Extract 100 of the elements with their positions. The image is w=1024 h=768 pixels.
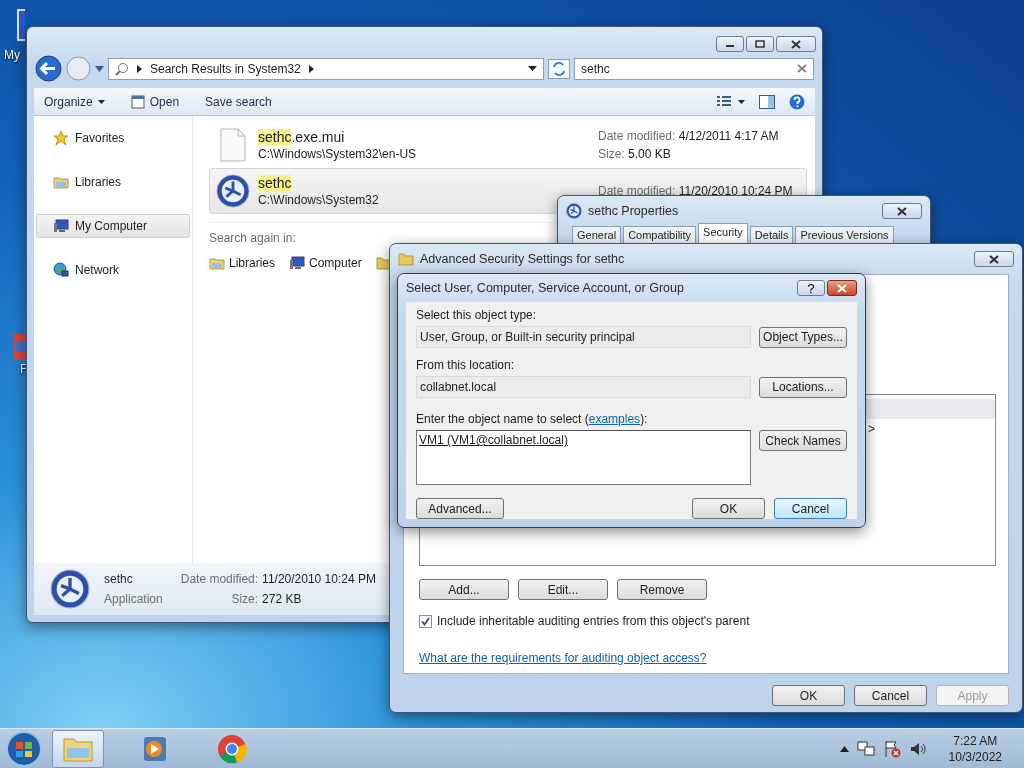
help-button[interactable]: ? — [797, 280, 825, 296]
field-label: From this location: — [416, 358, 516, 372]
folder-icon — [209, 255, 225, 271]
tab[interactable]: Security — [698, 223, 748, 243]
search-again-label: Search again in: — [209, 231, 296, 245]
refresh-button[interactable] — [548, 58, 570, 79]
minimize-button[interactable] — [716, 36, 744, 52]
tab[interactable]: Previous Versions — [795, 226, 894, 243]
volume-icon[interactable] — [908, 740, 927, 758]
browser-icon — [217, 734, 247, 764]
show-hidden-icons-button[interactable] — [839, 746, 849, 752]
address-bar[interactable]: Search Results in System32 — [108, 57, 544, 80]
accessibility-icon — [50, 569, 90, 609]
close-button[interactable] — [827, 280, 857, 296]
nav-item[interactable]: My Computer — [36, 214, 190, 238]
dialog-button[interactable]: Cancel — [774, 498, 847, 519]
size-label: Size: — [230, 592, 259, 606]
checkbox-label: Include inheritable auditing entries from this object's parent — [437, 614, 750, 628]
open-button[interactable]: Open — [130, 94, 180, 109]
window-icon — [130, 94, 145, 109]
nav-item[interactable]: Libraries — [34, 170, 192, 194]
network-icon[interactable] — [856, 740, 875, 758]
window-title: Advanced Security Settings for sethc — [420, 252, 626, 266]
folder-icon — [53, 174, 69, 190]
entry-button[interactable]: Add... — [419, 579, 509, 600]
row-text: > — [868, 422, 875, 436]
close-button[interactable] — [776, 36, 816, 52]
search-field[interactable]: sethc — [574, 57, 814, 80]
locations-button[interactable]: Locations... — [759, 376, 847, 398]
file-path: C:\Windows\System32 — [258, 193, 380, 207]
maximize-button[interactable] — [746, 36, 774, 52]
chevron-icon — [137, 64, 142, 73]
organize-menu[interactable]: Organize — [44, 94, 105, 109]
nav-item[interactable]: Favorites — [34, 126, 192, 150]
help-link[interactable]: What are the requirements for auditing object access? — [419, 651, 707, 665]
date-label: Date modified: — [180, 572, 259, 586]
search-location-link[interactable]: Computer — [289, 255, 362, 271]
file-name: sethc — [104, 572, 134, 586]
dialog-button[interactable]: OK — [772, 685, 845, 706]
check-names-button[interactable]: Check Names — [759, 430, 847, 451]
file-size: Size: 5.00 KB — [598, 147, 672, 161]
file-path: C:\Windows\System32\en-US — [258, 147, 418, 161]
accessibility-icon — [216, 174, 250, 208]
object-name-field[interactable]: VM1 (VM1@collabnet.local) — [416, 430, 751, 485]
clock[interactable]: 7:22 AM 10/3/2022 — [948, 734, 1002, 764]
nav-item[interactable]: Network — [34, 258, 192, 282]
star-icon — [53, 130, 69, 146]
tab[interactable]: Details — [749, 226, 794, 243]
entry-button[interactable]: Remove — [617, 579, 707, 600]
result-row[interactable]: sethc.exe.mui C:\Windows\System32\en-US Date modified: 4/12/2011 4:17 AM Size: 5.00 KB — [209, 122, 807, 168]
dialog-button[interactable]: Cancel — [854, 685, 927, 706]
date-modified: Date modified: 11/20/2010 10:24 PM — [598, 184, 793, 198]
help-icon[interactable] — [789, 93, 805, 110]
close-button[interactable] — [882, 203, 922, 219]
close-icon — [837, 283, 847, 293]
close-icon — [791, 39, 801, 49]
chevron-icon — [308, 64, 314, 73]
address-crumb[interactable]: Search Results in System32 — [150, 61, 301, 76]
close-button[interactable] — [974, 251, 1014, 267]
accessibility-icon — [566, 203, 582, 219]
start-button[interactable] — [4, 730, 44, 768]
folder-icon — [398, 251, 414, 267]
dropdown-icon — [97, 99, 105, 104]
tab[interactable]: Compatibility — [623, 226, 697, 243]
folder-icon — [63, 736, 93, 762]
dialog-button[interactable]: OK — [692, 498, 765, 519]
file-name: sethc — [258, 175, 293, 191]
search-icon — [115, 61, 129, 76]
globe-icon — [53, 262, 69, 278]
file-icon — [219, 128, 247, 162]
back-button[interactable] — [35, 55, 62, 82]
field-label: Select this object type: — [416, 308, 538, 322]
entry-button[interactable]: Edit... — [518, 579, 608, 600]
date-modified: Date modified: 4/12/2011 4:17 AM — [598, 129, 779, 143]
media-player-icon — [143, 736, 167, 762]
dialog-title: Select User, Computer, Service Account, or Group — [406, 281, 685, 295]
flag-icon[interactable] — [882, 740, 901, 758]
advanced-button[interactable]: Advanced... — [416, 498, 504, 519]
save-search-button[interactable]: Save search — [205, 94, 272, 109]
views-icon[interactable] — [717, 95, 745, 108]
examples-link[interactable]: examples — [588, 412, 641, 426]
field-label: Enter the object name to select (examples): — [416, 412, 649, 426]
taskbar-button[interactable] — [52, 730, 104, 768]
location-field: collabnet.local — [416, 376, 751, 398]
search-location-link[interactable]: Libraries — [209, 255, 276, 271]
dropdown-icon[interactable] — [528, 66, 537, 71]
object-type-field: User, Group, or Built-in security principal — [416, 326, 751, 348]
date-value: 11/20/2010 10:24 PM — [262, 572, 376, 586]
preview-pane-icon[interactable] — [759, 94, 775, 109]
close-icon — [897, 206, 907, 216]
desktop-icon-label[interactable]: My — [4, 48, 20, 62]
tab[interactable]: General — [572, 226, 622, 243]
object-types-button[interactable]: Object Types... — [759, 326, 847, 348]
file-name: sethc.exe.mui — [258, 129, 346, 145]
size-value: 272 KB — [262, 592, 303, 606]
folder-icon — [375, 255, 392, 271]
file-type: Application — [104, 592, 163, 606]
checkbox[interactable] — [419, 614, 432, 628]
close-icon — [797, 64, 807, 73]
maximize-icon — [755, 40, 765, 48]
